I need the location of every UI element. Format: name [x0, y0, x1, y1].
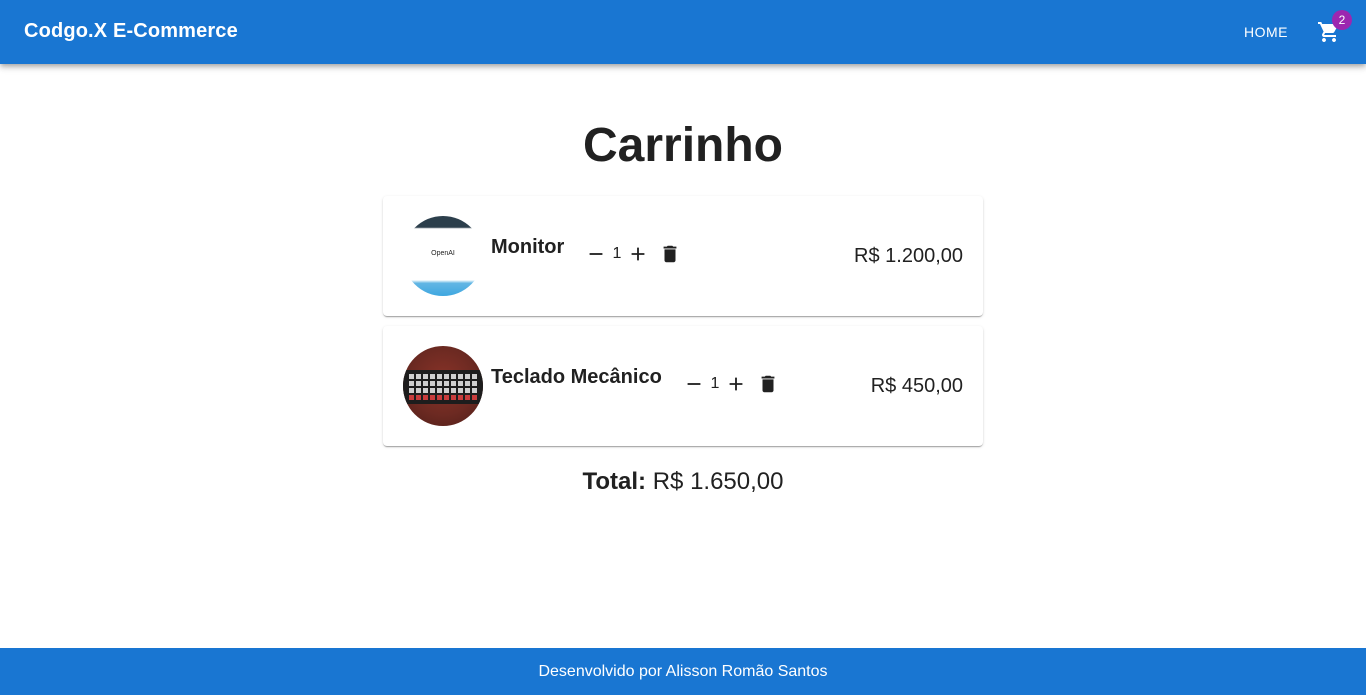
monitor-screen-text: OpenAI	[431, 250, 455, 257]
footer: Desenvolvido por Alisson Romão Santos	[0, 648, 1366, 695]
home-button[interactable]: HOME	[1236, 16, 1296, 48]
quantity-value: 1	[612, 245, 622, 262]
increase-quantity-button[interactable]	[724, 372, 748, 396]
cart-count-badge: 2	[1332, 10, 1352, 30]
remove-item-button[interactable]	[756, 372, 780, 396]
footer-credit: Desenvolvido por Alisson Romão Santos	[538, 662, 828, 680]
remove-item-button[interactable]	[658, 242, 682, 266]
cart-item-card: OpenAI Monitor 1 R$ 1.200,00	[383, 196, 983, 316]
minus-icon	[687, 383, 701, 385]
increase-quantity-button[interactable]	[626, 242, 650, 266]
product-price: R$ 450,00	[870, 375, 963, 397]
total-value: R$ 1.650,00	[652, 468, 784, 495]
cart-total: Total: R$ 1.650,00	[0, 468, 1366, 496]
plus-icon	[729, 377, 743, 391]
product-price: R$ 1.200,00	[854, 245, 963, 267]
brand-title[interactable]: Codgo.X E-Commerce	[24, 20, 238, 43]
cart-item-card: Teclado Mecânico 1 R$ 450,00	[383, 326, 983, 446]
product-image-keyboard	[403, 346, 483, 426]
trash-icon	[761, 375, 775, 393]
cart-button[interactable]: 2	[1309, 10, 1352, 52]
keyboard-illustration	[403, 370, 483, 404]
trash-icon	[663, 245, 677, 263]
quantity-controls: 1	[584, 242, 682, 266]
plus-icon	[631, 247, 645, 261]
product-name: Teclado Mecânico	[491, 366, 662, 388]
app-bar: Codgo.X E-Commerce HOME 2	[0, 0, 1366, 64]
product-name: Monitor	[491, 236, 565, 258]
quantity-controls: 1	[682, 372, 780, 396]
product-image-monitor: OpenAI	[403, 216, 483, 296]
quantity-value: 1	[710, 375, 720, 392]
decrease-quantity-button[interactable]	[682, 372, 706, 396]
page-title: Carrinho	[582, 119, 783, 172]
total-label: Total:	[582, 468, 647, 495]
decrease-quantity-button[interactable]	[584, 242, 608, 266]
minus-icon	[589, 253, 603, 255]
